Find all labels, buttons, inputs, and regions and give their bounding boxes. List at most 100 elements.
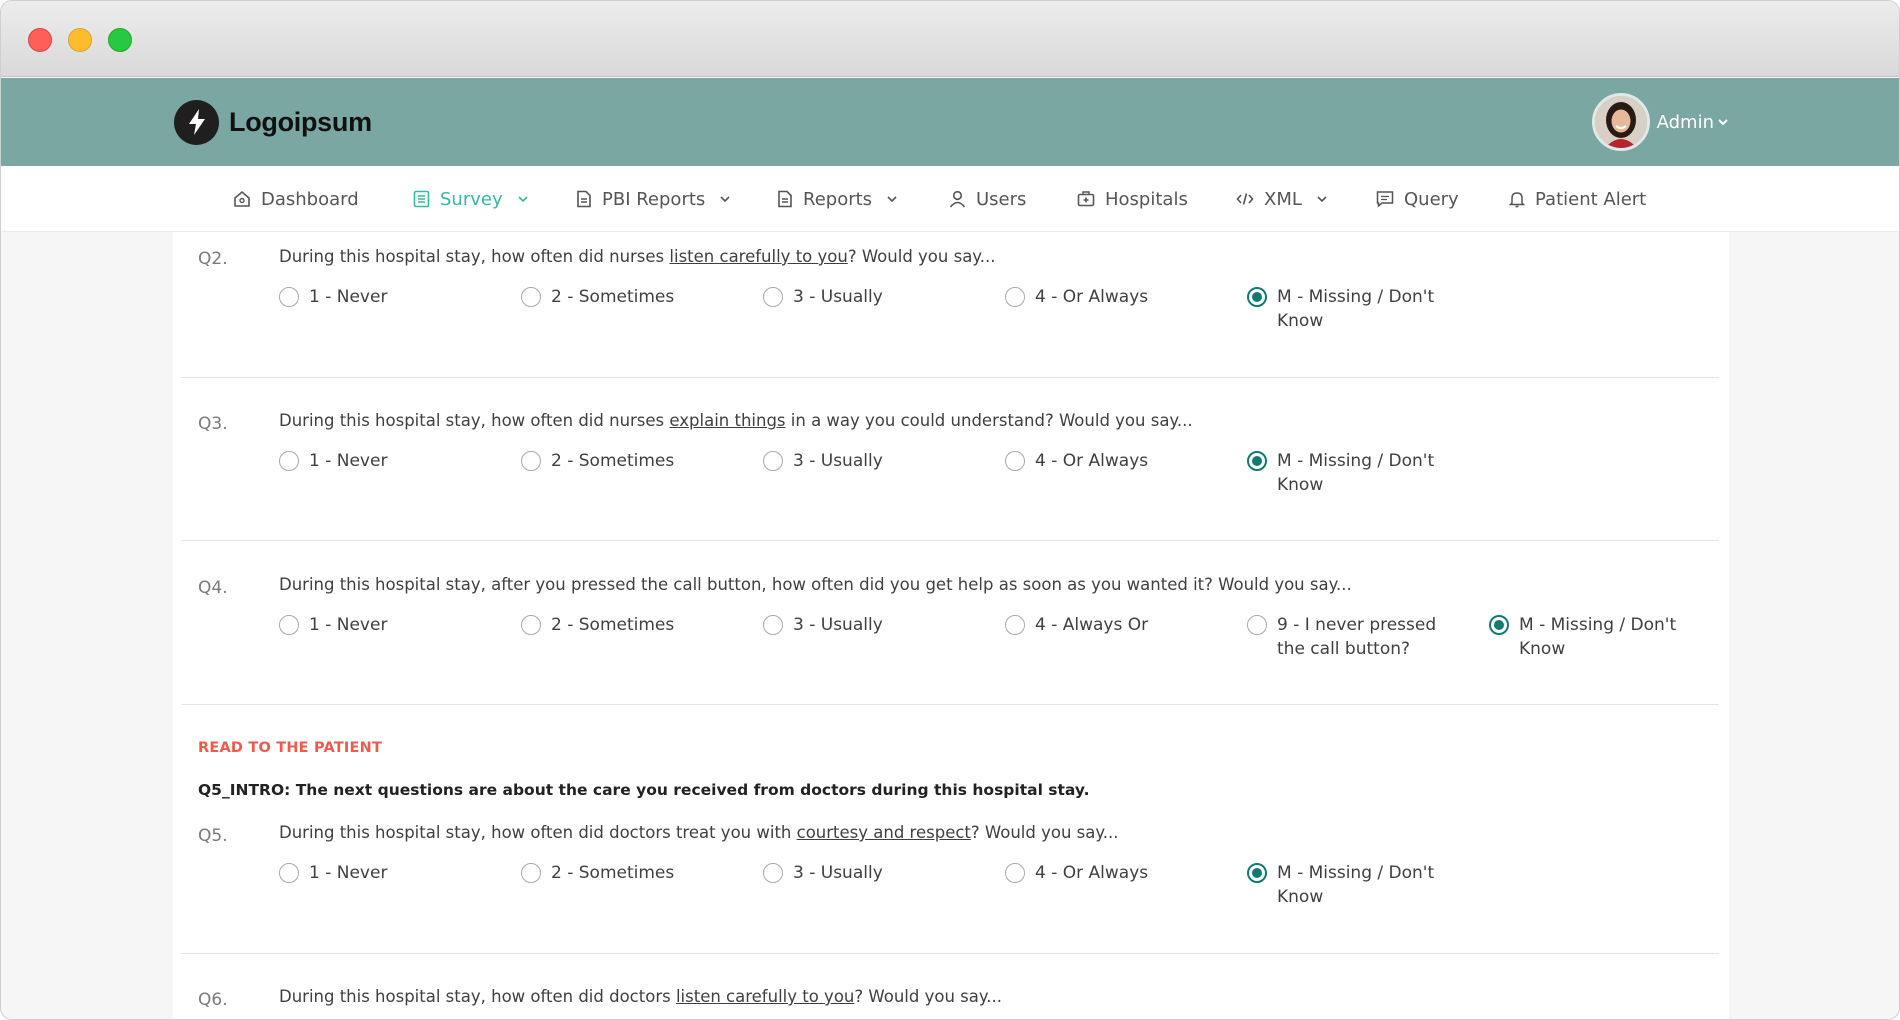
answer-option[interactable]: 3 - Usually — [763, 861, 993, 885]
answer-option[interactable]: 4 - Or Always — [1005, 861, 1235, 885]
option-label: 2 - Sometimes — [551, 451, 675, 471]
radio-button[interactable] — [279, 863, 299, 883]
option-label: 4 - Or Always — [1035, 863, 1149, 883]
question-text: During this hospital stay, how often did… — [279, 823, 1119, 842]
radio-button[interactable] — [763, 615, 783, 635]
radio-button[interactable] — [279, 287, 299, 307]
emphasis-text: listen carefully to you — [669, 247, 848, 266]
maximize-window-button[interactable] — [108, 28, 132, 52]
document-icon — [777, 190, 793, 208]
nav-survey[interactable]: Survey — [413, 166, 529, 232]
answer-option[interactable]: 1 - Never — [279, 285, 509, 309]
option-label: 3 - Usually — [793, 863, 883, 883]
question-number: Q4. — [198, 578, 228, 598]
option-label: 1 - Never — [309, 863, 388, 883]
radio-button[interactable] — [1005, 863, 1025, 883]
user-menu[interactable]: Admin — [1591, 93, 1729, 151]
answer-option[interactable]: M - Missing / Don't Know — [1489, 613, 1689, 661]
option-label: 3 - Usually — [793, 615, 883, 635]
radio-button[interactable] — [521, 615, 541, 635]
main-nav: Dashboard Survey PBI Reports Reports Use… — [1, 166, 1899, 232]
answer-option[interactable]: 2 - Sometimes — [521, 861, 751, 885]
option-label: 9 - I never pressed the call button? — [1277, 615, 1437, 659]
nav-users[interactable]: Users — [949, 166, 1026, 232]
radio-button[interactable] — [1247, 615, 1267, 635]
answer-option[interactable]: 1 - Never — [279, 861, 509, 885]
nav-xml[interactable]: XML — [1236, 166, 1328, 232]
option-label: 2 - Sometimes — [551, 287, 675, 307]
radio-button[interactable] — [763, 451, 783, 471]
nav-reports[interactable]: Reports — [777, 166, 898, 232]
radio-button[interactable] — [763, 863, 783, 883]
radio-button[interactable] — [279, 451, 299, 471]
brand-name: Logoipsum — [229, 106, 372, 137]
hospital-icon — [1077, 190, 1095, 208]
radio-button-selected[interactable] — [1247, 451, 1267, 471]
bell-icon — [1509, 190, 1525, 208]
answer-option[interactable]: M - Missing / Don't Know — [1247, 285, 1447, 333]
nav-dashboard[interactable]: Dashboard — [233, 166, 359, 232]
radio-button-selected[interactable] — [1247, 287, 1267, 307]
nav-label: XML — [1264, 188, 1302, 210]
option-label: M - Missing / Don't Know — [1277, 287, 1435, 331]
radio-button[interactable] — [763, 287, 783, 307]
answer-option[interactable]: 2 - Sometimes — [521, 285, 751, 309]
logo[interactable]: Logoipsum — [174, 99, 372, 145]
survey-content: Q2. During this hospital stay, how often… — [173, 232, 1729, 1019]
divider — [181, 540, 1719, 541]
nav-hospitals[interactable]: Hospitals — [1077, 166, 1188, 232]
answer-option[interactable]: 4 - Always Or — [1005, 613, 1235, 637]
radio-button[interactable] — [1005, 287, 1025, 307]
answer-option[interactable]: 1 - Never — [279, 449, 509, 473]
option-label: 4 - Always Or — [1035, 615, 1149, 635]
question-text: During this hospital stay, how often did… — [279, 247, 996, 266]
question-text: During this hospital stay, how often did… — [279, 411, 1193, 430]
avatar[interactable] — [1591, 93, 1650, 151]
radio-button[interactable] — [521, 287, 541, 307]
radio-button[interactable] — [279, 615, 299, 635]
question-text: During this hospital stay, after you pre… — [279, 575, 1352, 594]
option-label: M - Missing / Don't Know — [1277, 451, 1435, 495]
nav-pbi-reports[interactable]: PBI Reports — [576, 166, 731, 232]
answer-option[interactable]: 2 - Sometimes — [521, 449, 751, 473]
lightning-logo-icon — [174, 99, 219, 145]
close-window-button[interactable] — [28, 28, 52, 52]
radio-button[interactable] — [521, 863, 541, 883]
chevron-down-icon — [517, 193, 529, 205]
answer-option[interactable]: 2 - Sometimes — [521, 613, 751, 637]
option-label: 2 - Sometimes — [551, 863, 675, 883]
answer-option[interactable]: 1 - Never — [279, 613, 509, 637]
minimize-window-button[interactable] — [68, 28, 92, 52]
answer-option[interactable]: 9 - I never pressed the call button? — [1247, 613, 1447, 661]
home-icon — [233, 190, 251, 208]
nav-label: Reports — [803, 188, 873, 210]
question-number: Q2. — [198, 249, 228, 269]
emphasis-text: listen carefully to you — [675, 987, 855, 1006]
survey-icon — [413, 190, 430, 208]
radio-button-selected[interactable] — [1247, 863, 1267, 883]
window-titlebar — [1, 1, 1899, 77]
option-label: 3 - Usually — [793, 451, 883, 471]
answer-option[interactable]: M - Missing / Don't Know — [1247, 861, 1447, 909]
answer-option[interactable]: 3 - Usually — [763, 613, 993, 637]
emphasis-text: courtesy and respect — [796, 823, 971, 842]
radio-button[interactable] — [1005, 615, 1025, 635]
code-icon — [1236, 190, 1254, 208]
option-label: M - Missing / Don't Know — [1519, 615, 1677, 659]
question-number: Q3. — [198, 414, 228, 434]
nav-patient-alert[interactable]: Patient Alert — [1509, 166, 1646, 232]
nav-query[interactable]: Query — [1376, 166, 1459, 232]
answer-option[interactable]: 3 - Usually — [763, 285, 993, 309]
radio-button[interactable] — [1005, 451, 1025, 471]
chevron-down-icon — [719, 193, 731, 205]
answer-option[interactable]: 4 - Or Always — [1005, 285, 1235, 309]
question-number: Q6. — [198, 990, 228, 1010]
document-icon — [576, 190, 592, 208]
option-label: 4 - Or Always — [1035, 451, 1149, 471]
answer-option[interactable]: M - Missing / Don't Know — [1247, 449, 1447, 497]
answer-option[interactable]: 3 - Usually — [763, 449, 993, 473]
answer-option[interactable]: 4 - Or Always — [1005, 449, 1235, 473]
radio-button-selected[interactable] — [1489, 615, 1509, 635]
option-label: M - Missing / Don't Know — [1277, 863, 1435, 907]
radio-button[interactable] — [521, 451, 541, 471]
